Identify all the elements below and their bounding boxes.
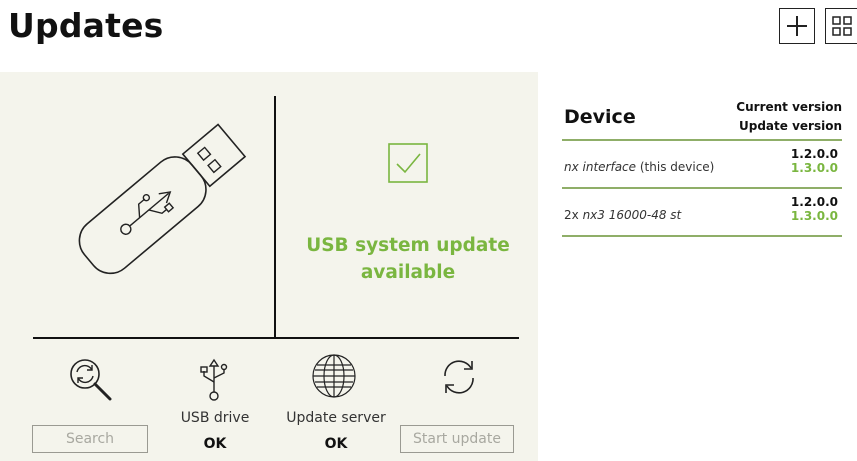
usb-update-status: USB system update available [306,235,510,283]
table-divider [562,139,842,141]
table-row-device: 2x nx3 16000-48 st [564,208,681,222]
current-version: 1.2.0.0 [790,147,838,161]
device-note: (this device) [636,160,715,174]
table-divider [562,235,842,237]
usb-stick-icon [78,123,247,275]
checkbox-checked-icon [388,143,428,183]
add-button[interactable] [779,8,815,44]
table-row-versions: 1.2.0.0 1.3.0.0 [791,147,838,175]
panel-divider-vertical [274,96,276,338]
usb-drive-label: USB drive [180,410,250,426]
update-version: 1.3.0.0 [790,161,838,175]
panel-divider-horizontal [33,337,519,339]
update-version-header: Update version [739,119,842,133]
device-name: nx3 16000-48 st [582,208,682,222]
grid-icon [832,16,852,36]
search-button[interactable]: Search [32,425,148,453]
table-divider [562,187,842,189]
current-version: 1.2.0.0 [790,195,838,209]
page-title: Updates [8,6,164,45]
layout-button[interactable] [825,8,857,44]
update-version: 1.3.0.0 [790,209,838,223]
usb-drive-status: OK [203,436,227,452]
update-server-label: Update server [286,410,386,426]
usb-icon [200,358,228,401]
start-update-button[interactable]: Start update [400,425,514,453]
update-server-status: OK [324,436,348,452]
table-row-device: nx interface (this device) [564,160,714,174]
device-count: 2x [564,208,583,222]
refresh-icon [444,360,474,394]
version-column-header: Current version Update version [736,98,842,136]
plus-icon [787,16,807,36]
magnifier-refresh-icon [70,359,112,401]
device-name: nx interface [564,160,637,174]
device-column-header: Device [564,106,636,128]
current-version-header: Current version [736,100,842,114]
table-row-versions: 1.2.0.0 1.3.0.0 [791,195,838,223]
globe-icon [312,354,356,398]
